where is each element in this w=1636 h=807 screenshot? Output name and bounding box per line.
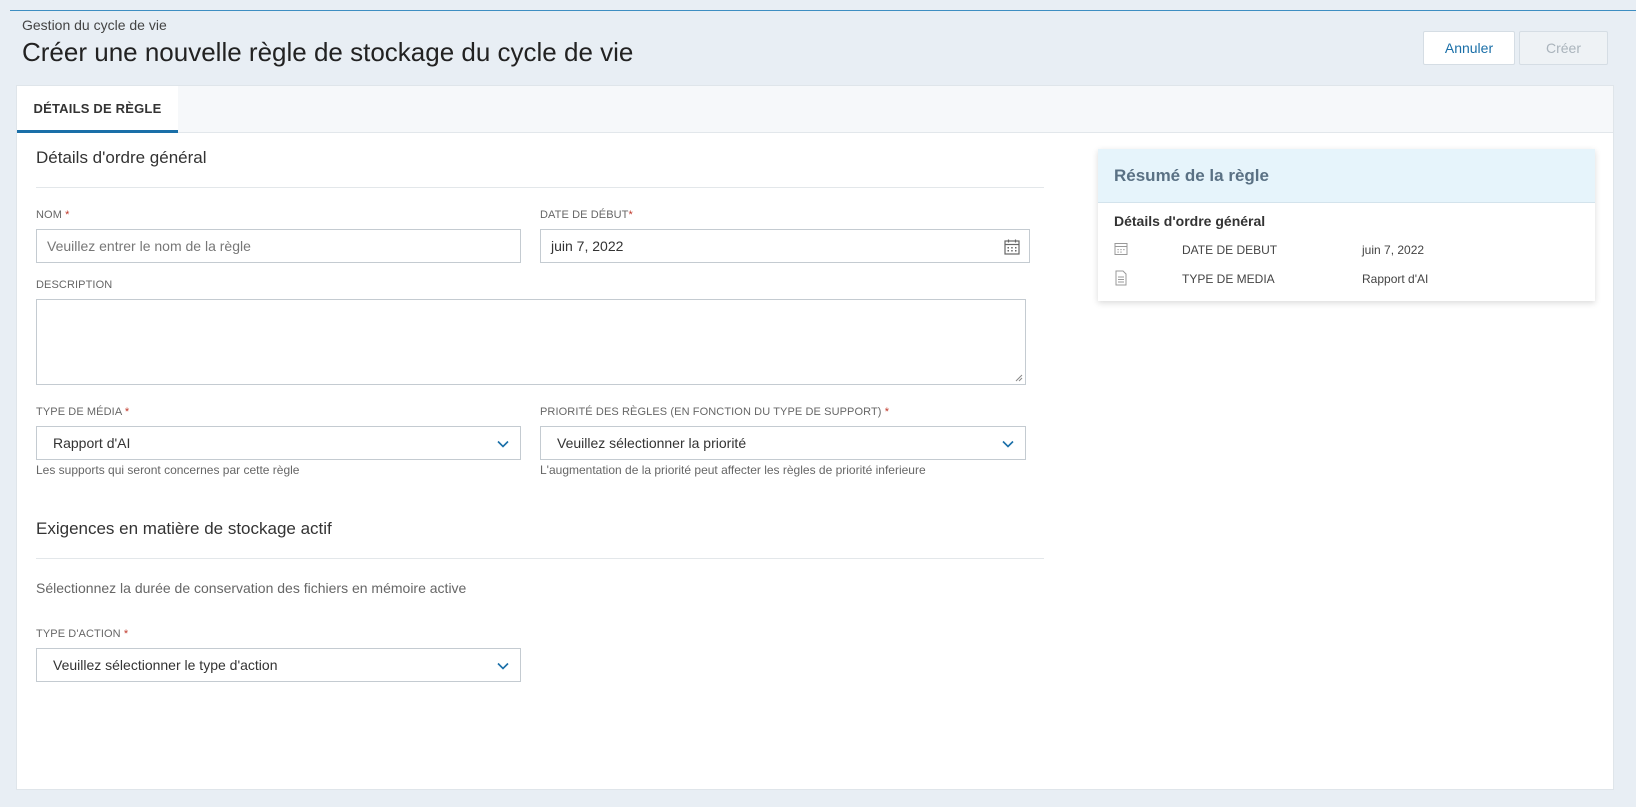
page-header: Gestion du cycle de vie Créer une nouvel…	[10, 11, 1636, 85]
summary-key: TYPE DE MEDIA	[1182, 272, 1275, 286]
section-title-active-storage: Exigences en matière de stockage actif	[36, 519, 332, 538]
document-icon	[1115, 270, 1127, 286]
calendar-icon	[1114, 243, 1128, 255]
priority-label: PRIORITÉ DES RÈGLES (EN FONCTION DU TYPE…	[540, 406, 890, 418]
page-title: Créer une nouvelle règle de stockage du …	[22, 37, 634, 67]
section-title-general: Détails d'ordre général	[36, 148, 207, 167]
summary-row: DATE DE DEBUT juin 7, 2022	[1114, 241, 1584, 261]
summary-title: Résumé de la règle	[1098, 149, 1595, 203]
summary-subtitle: Détails d'ordre général	[1114, 213, 1266, 229]
priority-select[interactable]: Veuillez sélectionner la priorité	[540, 426, 1026, 460]
tab-bar: DÉTAILS DE RÈGLE	[17, 86, 1613, 133]
cancel-button[interactable]: Annuler	[1423, 31, 1515, 65]
breadcrumb[interactable]: Gestion du cycle de vie	[22, 17, 167, 33]
name-input-placeholder: Veuillez entrer le nom de la règle	[47, 238, 251, 254]
priority-placeholder: Veuillez sélectionner la priorité	[557, 435, 747, 451]
chevron-down-icon	[1002, 440, 1014, 448]
media-type-value: Rapport d'AI	[53, 435, 131, 451]
name-input[interactable]: Veuillez entrer le nom de la règle	[36, 229, 521, 263]
name-label: NOM *	[36, 209, 70, 221]
summary-key: DATE DE DEBUT	[1182, 243, 1278, 257]
start-date-value: juin 7, 2022	[551, 238, 624, 254]
chevron-down-icon	[497, 662, 509, 670]
active-storage-description: Sélectionnez la durée de conservation de…	[36, 580, 467, 596]
action-type-select[interactable]: Veuillez sélectionner le type d'action	[36, 648, 521, 682]
resize-handle-icon[interactable]	[1015, 374, 1023, 382]
calendar-icon[interactable]	[1003, 238, 1021, 256]
summary-row: TYPE DE MEDIA Rapport d'AI	[1114, 270, 1584, 290]
media-type-label: TYPE DE MÉDIA *	[36, 406, 130, 418]
priority-hint: L'augmentation de la priorité peut affec…	[540, 463, 926, 477]
tab-rule-details[interactable]: DÉTAILS DE RÈGLE	[17, 86, 178, 133]
create-button[interactable]: Créer	[1519, 31, 1608, 65]
rule-summary-panel: Résumé de la règle Détails d'ordre génér…	[1098, 149, 1595, 301]
divider-active-storage	[36, 558, 1044, 559]
divider-general	[36, 187, 1044, 188]
summary-value: juin 7, 2022	[1362, 243, 1425, 257]
action-type-label: TYPE D'ACTION *	[36, 628, 129, 640]
chevron-down-icon	[497, 440, 509, 448]
summary-value: Rapport d'AI	[1362, 272, 1429, 286]
action-type-placeholder: Veuillez sélectionner le type d'action	[53, 657, 278, 673]
media-type-select[interactable]: Rapport d'AI	[36, 426, 521, 460]
form-card: DÉTAILS DE RÈGLE Détails d'ordre général…	[16, 85, 1614, 790]
start-date-input[interactable]: juin 7, 2022	[540, 229, 1030, 263]
media-type-hint: Les supports qui seront concernes par ce…	[36, 463, 300, 477]
description-label: DESCRIPTION	[36, 279, 113, 291]
description-textarea[interactable]	[36, 299, 1026, 385]
start-date-label: DATE DE DÉBUT*	[540, 209, 633, 221]
